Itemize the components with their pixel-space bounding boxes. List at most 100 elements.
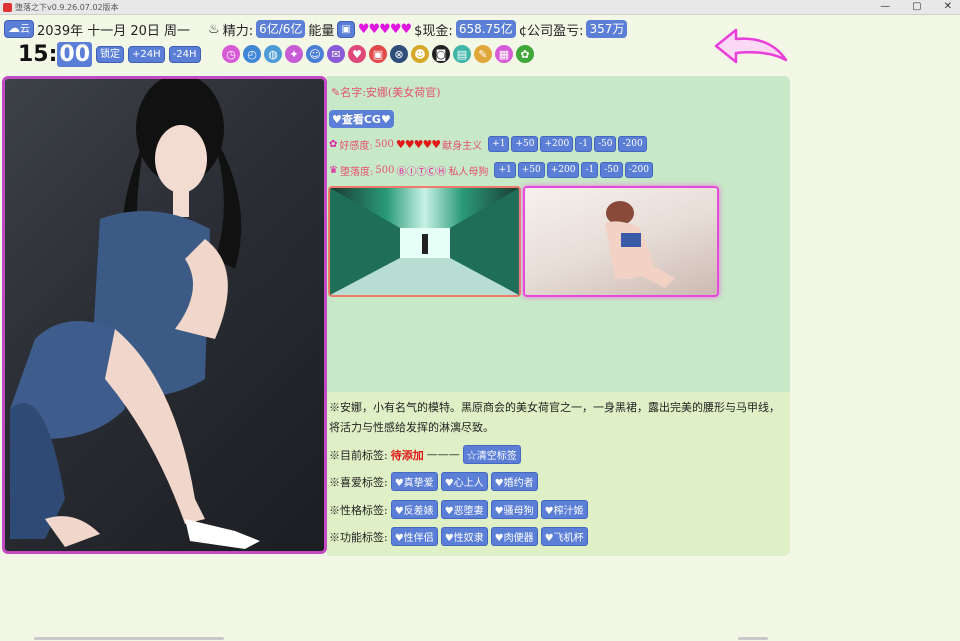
like-tag[interactable]: ♥婚约者 — [490, 472, 538, 491]
affection-adjust-button[interactable]: -1 — [575, 136, 592, 152]
corruption-adjust-button[interactable]: -1 — [581, 162, 599, 178]
corruption-adjust-buttons: +1 +50 +200 -1 -50 -200 — [494, 162, 653, 178]
current-tags-label: ※目前标签: — [329, 448, 388, 462]
personality-tag[interactable]: ♥反差婊 — [390, 500, 438, 519]
function-tag[interactable]: ♥性奴隶 — [440, 527, 488, 546]
affection-label: 好感度: — [339, 140, 373, 152]
game-clock: 15:00 — [18, 41, 93, 67]
gear-icon[interactable]: ✿ — [516, 45, 534, 63]
character-name-text: 名字:安娜(美女荷官) — [340, 86, 441, 99]
corruption-status: 私人母狗 — [448, 166, 489, 178]
affection-hearts: ♥♥♥♥♥ — [395, 137, 441, 151]
message-icon[interactable]: ▤ — [453, 45, 471, 63]
function-tags-label: ※功能标签: — [329, 530, 388, 544]
affection-status: 献身主义 — [442, 140, 483, 152]
gamepad-icon[interactable]: ◙ — [432, 45, 450, 63]
back-arrow-icon[interactable] — [712, 26, 790, 66]
heart-icon[interactable]: ♥ — [348, 45, 366, 63]
person-icon: ✎ — [331, 86, 341, 99]
like-tags-row: ※喜爱标签: ♥真挚爱 ♥心上人 ♥婚约者 — [329, 472, 538, 491]
like-tag[interactable]: ♥心上人 — [440, 472, 488, 491]
globe-icon[interactable]: ◍ — [264, 45, 282, 63]
minus-24h-button[interactable]: -24H — [168, 45, 201, 63]
window-title: 堕落之下v0.9.26.07.02版本 — [15, 2, 119, 12]
function-tag[interactable]: ♥肉便器 — [490, 527, 538, 546]
corruption-adjust-button[interactable]: +50 — [517, 162, 545, 178]
weather-label: 云 — [20, 24, 30, 35]
person-icon[interactable]: ☺ — [306, 45, 324, 63]
profit-value: 357万 — [586, 20, 628, 38]
card-icon[interactable]: ▦ — [495, 45, 513, 63]
corruption-adjust-button[interactable]: +200 — [546, 162, 580, 178]
cg-thumbnail-2[interactable] — [523, 186, 719, 297]
energy-label: 精力: — [222, 23, 254, 39]
personality-tags-label: ※性格标签: — [329, 503, 388, 517]
plus-24h-button[interactable]: +24H — [128, 45, 165, 63]
personality-tag[interactable]: ♥恶堕妻 — [440, 500, 488, 519]
date-text: 2039年 十一月 20日 周一 — [37, 23, 191, 39]
function-tags-row: ※功能标签: ♥性伴侣 ♥性奴隶 ♥肉便器 ♥飞机杯 — [329, 527, 588, 546]
scrollbar-horizontal[interactable] — [34, 637, 224, 640]
character-name: ✎名字:安娜(美女荷官) — [331, 84, 441, 100]
affection-adjust-button[interactable]: +1 — [488, 136, 510, 152]
personality-tag[interactable]: ♥榨汁姬 — [540, 500, 588, 519]
clock-row: 15:00 锁定 +24H -24H — [18, 40, 201, 68]
affection-row: ✿ 好感度: 500 ♥♥♥♥♥ 献身主义 +1 +50 +200 -1 -50 -200 — [329, 136, 647, 152]
note-icon[interactable]: ✎ — [474, 45, 492, 63]
clear-tags-button[interactable]: ☆清空标签 — [462, 445, 521, 464]
character-profile-panel: ※安娜，小有名气的模特。黑原商会的美女荷官之一，一身黑裙，露出完美的腰形与马甲线… — [327, 392, 790, 556]
character-description: ※安娜，小有名气的模特。黑原商会的美女荷官之一，一身黑裙，露出完美的腰形与马甲线… — [329, 401, 780, 434]
bedroom-image — [605, 201, 675, 288]
clock-icon[interactable]: ◴ — [243, 45, 261, 63]
cash-value: 658.75亿 — [455, 20, 516, 38]
minimize-button[interactable]: — — [880, 1, 890, 12]
maximize-button[interactable]: ▢ — [912, 1, 921, 12]
affection-adjust-button[interactable]: +200 — [540, 136, 574, 152]
status-bar: ☁云 2039年 十一月 20日 周一 ♨ 精力: 6亿/6亿 能量 ▣ ♥♥♥… — [4, 18, 628, 40]
affection-adjust-button[interactable]: +50 — [511, 136, 539, 152]
character-stats-panel: ✎名字:安娜(美女荷官) ♥查看CG♥ ✿ 好感度: 500 ♥♥♥♥♥ 献身主… — [327, 76, 790, 392]
personality-tag[interactable]: ♥骚母狗 — [490, 500, 538, 519]
function-tag[interactable]: ♥飞机杯 — [540, 527, 588, 546]
current-tags-dash: ——— — [426, 448, 460, 461]
chat-icon[interactable]: ✉ — [327, 45, 345, 63]
lock-time-button[interactable]: 锁定 — [96, 45, 125, 63]
lock-icon[interactable]: ⊗ — [390, 45, 408, 63]
cg-thumbnail-1[interactable] — [328, 186, 521, 297]
mask-icon[interactable]: ☻ — [411, 45, 429, 63]
compass-icon[interactable]: ✦ — [285, 45, 303, 63]
window-controls: — ▢ ✕ — [880, 1, 952, 12]
affection-value: 500 — [374, 138, 394, 150]
corridor-image — [330, 188, 519, 295]
profit-label: ¢公司盈亏: — [518, 23, 584, 39]
corruption-letters: ⒷⒾⓉⒸⒽ — [396, 166, 447, 178]
cloud-icon: ☁ — [8, 21, 20, 35]
current-tags-row: ※目前标签: 待添加 ——— ☆清空标签 — [329, 445, 521, 464]
energy-value: 6亿/6亿 — [256, 20, 306, 38]
corruption-adjust-button[interactable]: +1 — [494, 162, 516, 178]
power-hearts: ♥♥♥♥♥ — [357, 21, 412, 37]
view-cg-button[interactable]: ♥查看CG♥ — [329, 110, 394, 128]
corruption-adjust-button[interactable]: -50 — [600, 162, 623, 178]
power-badge: ▣ — [337, 20, 355, 38]
close-button[interactable]: ✕ — [944, 1, 952, 12]
corruption-value: 500 — [375, 164, 395, 176]
corruption-adjust-button[interactable]: -200 — [624, 162, 653, 178]
corruption-label: 堕落度: — [339, 166, 374, 178]
function-tag[interactable]: ♥性伴侣 — [390, 527, 438, 546]
corruption-icon: ♛ — [329, 164, 338, 176]
affection-adjust-button[interactable]: -200 — [618, 136, 647, 152]
clock-hour: 15: — [18, 41, 58, 67]
affection-adjust-button[interactable]: -50 — [593, 136, 617, 152]
cash-label: $现金: — [414, 23, 453, 39]
bag-icon[interactable]: ▣ — [369, 45, 387, 63]
personality-tags-row: ※性格标签: ♥反差婊 ♥恶堕妻 ♥骚母狗 ♥榨汁姬 — [329, 500, 588, 519]
like-tag[interactable]: ♥真挚爱 — [390, 472, 438, 491]
app-icon — [3, 2, 12, 12]
power-label: 能量 — [308, 23, 335, 39]
window-titlebar: 堕落之下v0.9.26.07.02版本 — ▢ ✕ — [0, 0, 960, 15]
calendar-icon[interactable]: ◷ — [222, 45, 240, 63]
scrollbar-marker — [738, 637, 768, 640]
rose-icon: ✿ — [329, 138, 338, 150]
toolbar-icons: ◷ ◴ ◍ ✦ ☺ ✉ ♥ ▣ ⊗ ☻ ◙ ▤ ✎ ▦ ✿ — [222, 45, 534, 63]
